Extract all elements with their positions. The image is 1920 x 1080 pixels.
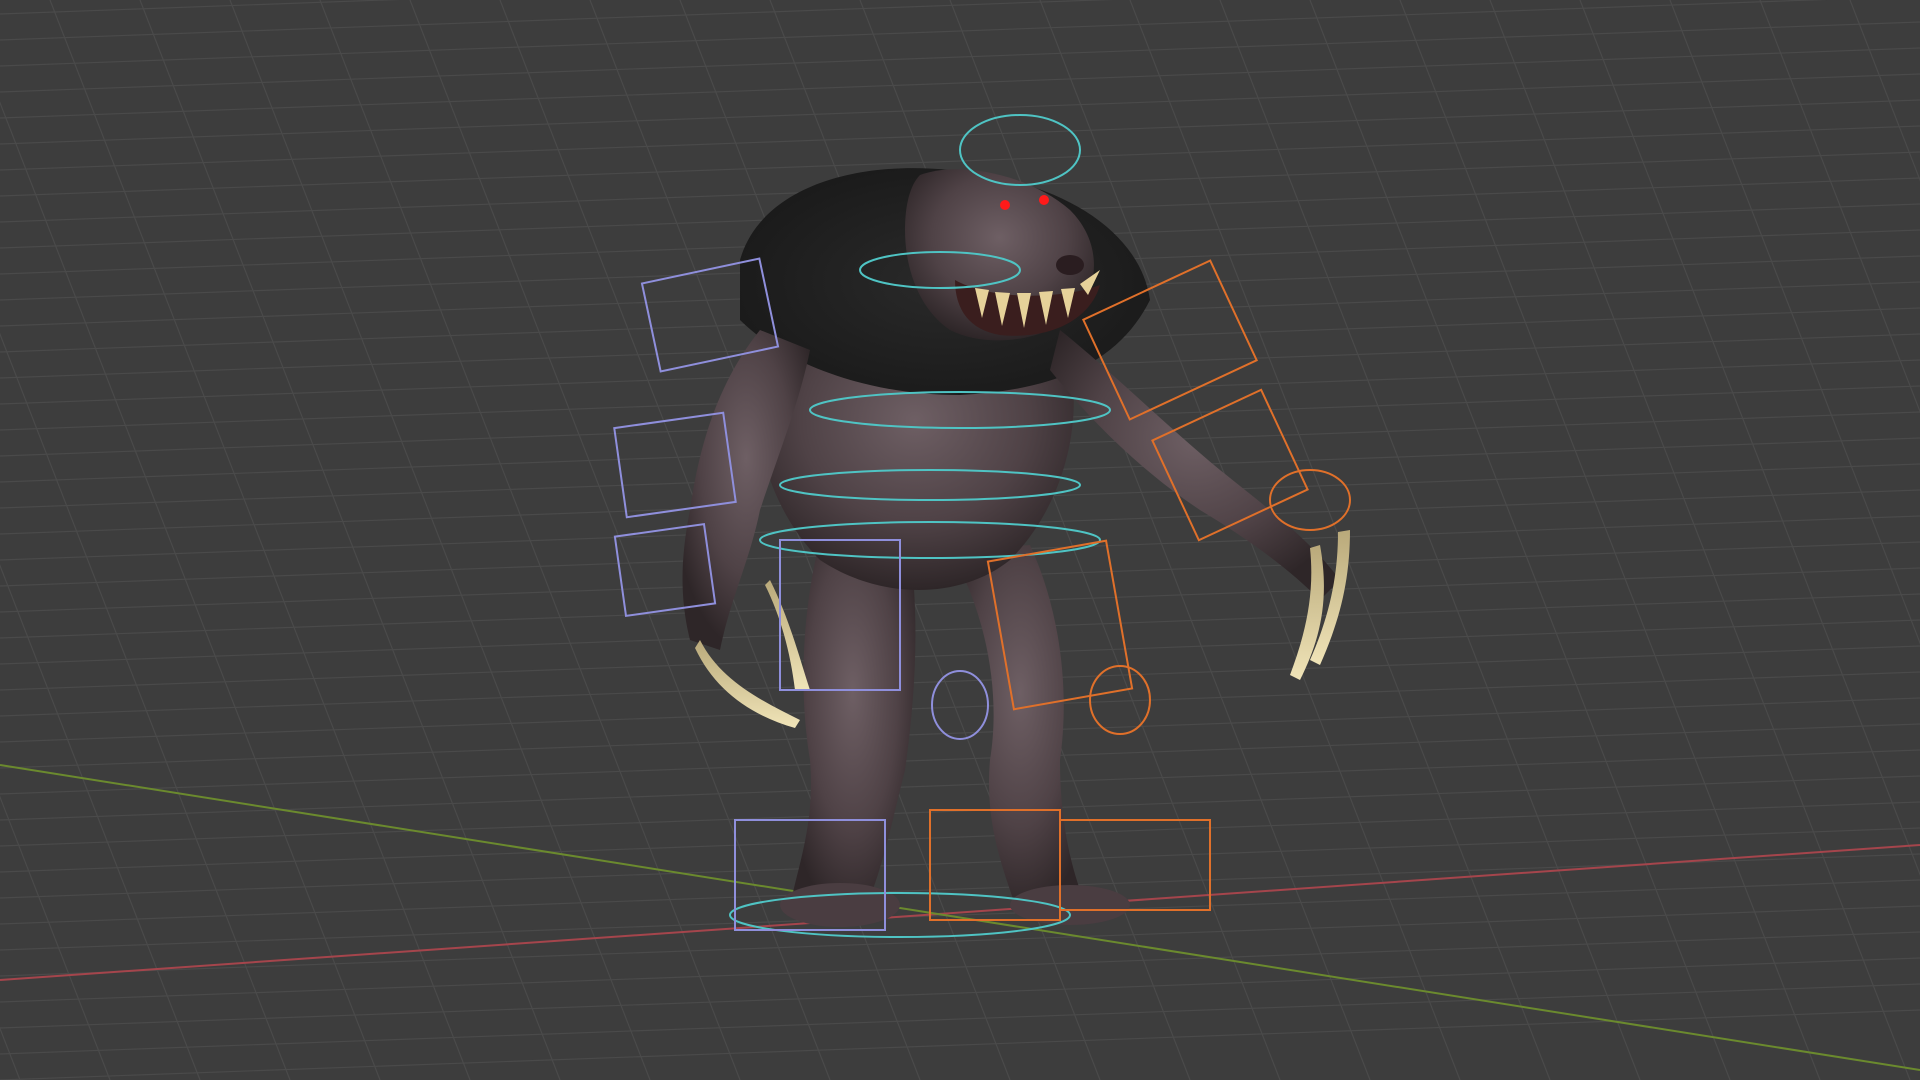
grid-line [0, 101, 381, 1080]
grid-line [229, 0, 651, 1080]
grid-line [1309, 0, 1731, 1080]
creature-model[interactable] [682, 168, 1351, 927]
grid-line [0, 1009, 1920, 1080]
grid-line [139, 0, 561, 1080]
grid-line [1489, 0, 1911, 1080]
x-axis-line [0, 844, 1920, 981]
grid-line [0, 931, 1920, 1003]
grid-line [0, 47, 1920, 119]
left-foot [780, 883, 900, 927]
head-control[interactable] [959, 114, 1081, 186]
right-hand-control[interactable] [1269, 469, 1351, 531]
grid-line [1399, 0, 1821, 1080]
grid-line [1669, 0, 1920, 645]
grid-line [0, 723, 1920, 795]
grid-line [0, 671, 1920, 743]
grid-line [0, 645, 1920, 717]
grid-line [0, 827, 1920, 899]
grid-line [0, 957, 1920, 1029]
viewport-canvas[interactable] [0, 0, 1920, 1080]
grid-line [0, 795, 111, 1080]
grid-line [0, 21, 1920, 93]
left-eye-icon [1000, 200, 1010, 210]
nose [1056, 255, 1084, 275]
grid-line [0, 879, 1920, 951]
grid-line [0, 593, 1920, 665]
grid-line [49, 0, 471, 1080]
grid-line [0, 983, 1920, 1055]
right-leg [950, 545, 1090, 915]
grid-line [0, 697, 1920, 769]
grid-line [1759, 0, 1920, 414]
grid-line [409, 0, 831, 1080]
grid-line [0, 1026, 21, 1080]
grid-line [0, 332, 291, 1080]
grid-line [0, 801, 1920, 873]
3d-viewport[interactable] [0, 0, 1920, 1080]
grid-line [1849, 0, 1920, 182]
right-eye-icon [1039, 195, 1049, 205]
left-leg [790, 540, 916, 920]
grid-line [0, 619, 1920, 691]
grid-line [319, 0, 741, 1080]
